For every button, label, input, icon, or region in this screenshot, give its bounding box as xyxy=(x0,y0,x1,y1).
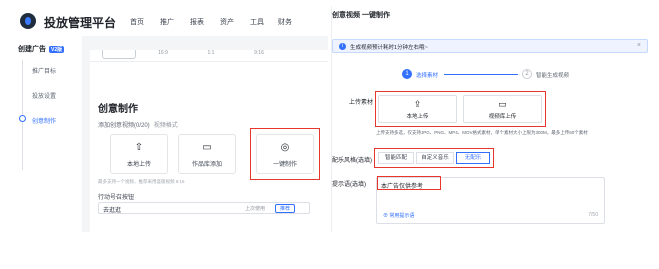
ratio-9-16[interactable]: 9:16 xyxy=(244,50,274,59)
ratio-16-9[interactable]: 16:9 xyxy=(148,50,178,59)
top-navbar: 投放管理平台 首页 推广 报表 资产 工具 财务 xyxy=(12,6,328,36)
prompt-label: 提示语(选填) xyxy=(332,182,366,188)
last-used-label: 上次使用 xyxy=(245,206,266,212)
recommend-button[interactable]: 推荐 xyxy=(275,204,296,213)
platform-brand: 投放管理平台 xyxy=(44,16,117,30)
step-2-number: 2 xyxy=(522,69,532,79)
library-add-card[interactable]: ▭ 作品库添加 xyxy=(178,134,236,174)
section-title: 创意制作 xyxy=(98,104,138,115)
ratio-strip: 16:9 1:1 9:16 xyxy=(90,50,328,62)
highlight-box-one-click xyxy=(250,128,320,180)
cta-input[interactable]: 去逛逛 上次使用 推荐 xyxy=(98,202,310,214)
cta-input-value: 去逛逛 xyxy=(103,208,122,214)
common-prompts-link[interactable]: ⊕ 常用提示语 xyxy=(383,212,414,219)
sidebar-header-text: 创建广告 xyxy=(18,46,46,53)
nav-reports[interactable]: 报表 xyxy=(190,17,204,27)
highlight-box-prompt xyxy=(377,176,441,190)
common-prompts-text: 常用提示语 xyxy=(389,213,415,219)
sidebar: 创建广告 V2版 推广目标 投放设置 创意制作 xyxy=(12,36,82,232)
music-style-label: 配乐风格(选填) xyxy=(332,158,372,164)
screenshot-root: 投放管理平台 首页 推广 报表 资产 工具 财务 创建广告 V2版 推广目标 投放… xyxy=(0,0,659,269)
ratio-button-blank[interactable] xyxy=(102,50,136,59)
upload-material-label: 上传素材 xyxy=(349,100,374,106)
highlight-box-upload xyxy=(375,91,546,127)
step-2-label: 智能生成视频 xyxy=(536,73,570,79)
nav-tools[interactable]: 工具 xyxy=(250,17,264,27)
active-step-dot-icon xyxy=(19,115,26,122)
nav-finance[interactable]: 财务 xyxy=(278,17,292,27)
local-upload-card[interactable]: ⇧ 本地上传 xyxy=(110,134,168,174)
info-text: 生成视频预计耗时1分钟左右哦~ xyxy=(350,45,428,51)
one-click-dialog: 创意视频 一键制作 i 生成视频预计耗时1分钟左右哦~ × 1 选择素材 2 智… xyxy=(331,6,649,232)
sidebar-item-delivery-settings[interactable]: 投放设置 xyxy=(32,91,56,100)
prompt-char-count: 7/50 xyxy=(588,212,598,218)
ad-platform-panel: 投放管理平台 首页 推广 报表 资产 工具 财务 创建广告 V2版 推广目标 投放… xyxy=(12,6,328,232)
local-upload-label: 本地上传 xyxy=(126,162,151,168)
upload-format-note: 上传支持多选，仅支持JPG、PNG、MP4、MOV格式素材，单个素材大小上限为3… xyxy=(376,130,588,135)
nav-assets[interactable]: 资产 xyxy=(220,17,234,27)
upload-note: 最多支持一个视频，推荐采用竖版视频 9:16 xyxy=(98,179,185,184)
cta-field-label: 行动号召按钮 xyxy=(98,195,135,201)
info-icon: i xyxy=(339,43,346,50)
close-icon[interactable]: × xyxy=(637,42,641,49)
nav-home[interactable]: 首页 xyxy=(130,17,144,27)
sidebar-header: 创建广告 V2版 xyxy=(18,44,65,54)
version-badge: V2版 xyxy=(49,45,65,53)
step-1-label: 选择素材 xyxy=(416,73,439,79)
video-format-hint[interactable]: 视频格式 xyxy=(154,123,178,129)
dialog-title: 创意视频 一键制作 xyxy=(332,12,390,19)
step-1-number: 1 xyxy=(402,69,412,79)
sidebar-item-promotion-goal[interactable]: 推广目标 xyxy=(32,66,56,75)
nav-promote[interactable]: 推广 xyxy=(160,17,174,27)
video-library-icon: ▭ xyxy=(202,142,212,153)
ratio-1-1[interactable]: 1:1 xyxy=(196,50,226,59)
step-connector xyxy=(444,74,518,75)
highlight-box-music xyxy=(374,148,494,168)
info-banner: i 生成视频预计耗时1分钟左右哦~ × xyxy=(332,39,648,53)
stepper: 1 选择素材 2 智能生成视频 xyxy=(332,68,648,82)
video-subtitle: 添加创意视频(0/20) 视频格式 xyxy=(98,120,178,129)
library-add-label: 作品库添加 xyxy=(191,162,222,168)
upload-icon: ⇧ xyxy=(134,142,144,153)
sidebar-item-creative[interactable]: 创意制作 xyxy=(32,116,56,125)
video-count-label: 添加创意视频(0/20) xyxy=(98,123,150,129)
platform-logo-icon xyxy=(20,13,36,29)
creative-main: 16:9 1:1 9:16 创意制作 添加创意视频(0/20) 视频格式 ⇧ 本地… xyxy=(90,50,328,232)
